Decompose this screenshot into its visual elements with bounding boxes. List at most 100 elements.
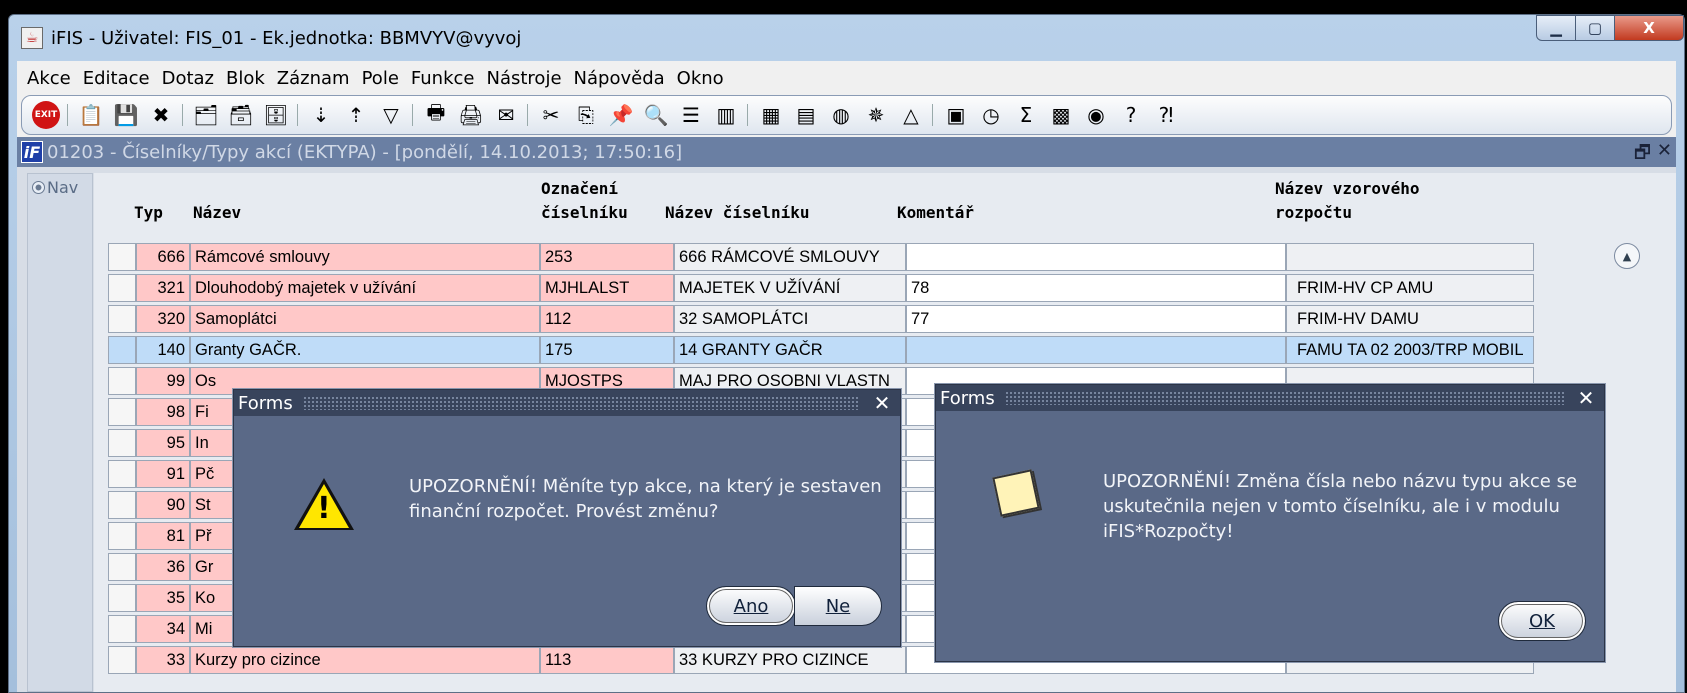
cell-oznaceni[interactable]: 253 bbox=[540, 243, 674, 271]
cell-komentar[interactable]: 78 bbox=[906, 274, 1286, 302]
cell-typ[interactable]: 95 bbox=[136, 429, 190, 457]
document-icon[interactable]: ▤ bbox=[792, 101, 820, 129]
cell-vzor[interactable]: FAMU TA 02 2003/TRP MOBIL bbox=[1286, 336, 1534, 364]
cell-typ[interactable]: 34 bbox=[136, 615, 190, 643]
close-window-button[interactable]: X bbox=[1614, 15, 1684, 41]
yes-button[interactable]: Ano bbox=[706, 586, 796, 626]
print-preview-icon[interactable]: 🖨 bbox=[457, 101, 485, 129]
menu-editace[interactable]: Editace bbox=[83, 68, 150, 89]
calculator-icon[interactable]: ▦ bbox=[757, 101, 785, 129]
cell-nazev[interactable]: Samoplátci bbox=[190, 305, 540, 333]
cell-oznaceni[interactable]: 175 bbox=[540, 336, 674, 364]
menu-nastroje[interactable]: Nástroje bbox=[487, 68, 562, 89]
cell-typ[interactable]: 98 bbox=[136, 398, 190, 426]
cell-nazev-ciselniku[interactable]: 32 SAMOPLÁTCI bbox=[674, 305, 906, 333]
cell-typ[interactable]: 666 bbox=[136, 243, 190, 271]
maximize-icon[interactable]: ▢ bbox=[1575, 15, 1615, 41]
cell-komentar[interactable] bbox=[906, 243, 1286, 271]
no-button[interactable]: Ne bbox=[794, 586, 882, 626]
cell-nazev[interactable]: Kurzy pro cizince bbox=[190, 646, 540, 674]
nav-radio[interactable]: Nav bbox=[28, 174, 92, 201]
filter-icon[interactable]: ▽ bbox=[377, 101, 405, 129]
menu-okno[interactable]: Okno bbox=[677, 68, 724, 89]
cell-vzor[interactable]: FRIM-HV CP AMU bbox=[1286, 274, 1534, 302]
cell-nazev-ciselniku[interactable]: 14 GRANTY GAČR bbox=[674, 336, 906, 364]
scroll-up-icon[interactable]: ▲ bbox=[1614, 243, 1640, 269]
cell-nazev-ciselniku[interactable]: 33 KURZY PRO CIZINCE bbox=[674, 646, 906, 674]
cell-typ[interactable]: 81 bbox=[136, 522, 190, 550]
menu-akce[interactable]: Akce bbox=[27, 68, 71, 89]
print-icon[interactable]: 🖶 bbox=[422, 100, 450, 129]
close-icon[interactable]: ✕ bbox=[1657, 140, 1672, 170]
browser-icon[interactable]: ◉ bbox=[1082, 101, 1110, 129]
close-icon[interactable]: ✕ bbox=[1574, 386, 1598, 410]
row-selector[interactable] bbox=[108, 491, 136, 519]
settings-icon[interactable]: ✵ bbox=[862, 101, 890, 129]
sort-asc-icon[interactable]: ⇣ bbox=[307, 101, 335, 129]
restore-icon[interactable]: 🗗 bbox=[1634, 140, 1651, 170]
row-selector[interactable] bbox=[108, 429, 136, 457]
row-selector[interactable] bbox=[108, 646, 136, 674]
row-selector[interactable] bbox=[108, 584, 136, 612]
copy-icon[interactable]: ⎘ bbox=[572, 101, 600, 129]
menu-blok[interactable]: Blok bbox=[226, 68, 265, 89]
cell-oznaceni[interactable]: 112 bbox=[540, 305, 674, 333]
help-user-icon[interactable]: ? bbox=[1117, 101, 1145, 129]
cell-typ[interactable]: 33 bbox=[136, 646, 190, 674]
row-selector[interactable] bbox=[108, 615, 136, 643]
enter-query-icon[interactable]: 🗂 bbox=[192, 101, 220, 129]
cut-icon[interactable]: ✂ bbox=[537, 101, 565, 129]
cell-nazev[interactable]: Granty GAČR. bbox=[190, 336, 540, 364]
help-icon[interactable]: ⁈ bbox=[1152, 101, 1180, 129]
report-icon[interactable]: ▣ bbox=[942, 101, 970, 129]
cell-typ[interactable]: 140 bbox=[136, 336, 190, 364]
minimize-icon[interactable]: ▁ bbox=[1536, 15, 1576, 41]
sort-desc-icon[interactable]: ⇡ bbox=[342, 101, 370, 129]
cell-nazev[interactable]: Dlouhodobý majetek v užívání bbox=[190, 274, 540, 302]
menu-zaznam[interactable]: Záznam bbox=[277, 68, 350, 89]
row-selector[interactable] bbox=[108, 460, 136, 488]
list-icon[interactable]: ☰ bbox=[677, 101, 705, 129]
cell-oznaceni[interactable]: MJHLALST bbox=[540, 274, 674, 302]
triangle-icon[interactable]: △ bbox=[897, 101, 925, 129]
cell-typ[interactable]: 90 bbox=[136, 491, 190, 519]
row-selector[interactable] bbox=[108, 367, 136, 395]
menu-napoveda[interactable]: Nápověda bbox=[574, 68, 665, 89]
cell-komentar[interactable]: 77 bbox=[906, 305, 1286, 333]
paste-icon[interactable]: 📌 bbox=[607, 101, 635, 129]
columns-icon[interactable]: ▥ bbox=[712, 101, 740, 129]
cancel-query-icon[interactable]: 🗄 bbox=[262, 101, 290, 129]
cell-typ[interactable]: 91 bbox=[136, 460, 190, 488]
cell-typ[interactable]: 320 bbox=[136, 305, 190, 333]
sum-icon[interactable]: Σ bbox=[1012, 101, 1040, 129]
exit-icon[interactable]: EXIT bbox=[32, 101, 60, 129]
delete-record-icon[interactable]: ✖ bbox=[147, 101, 175, 129]
menu-funkce[interactable]: Funkce bbox=[411, 68, 475, 89]
mail-icon[interactable]: ✉ bbox=[492, 101, 520, 129]
execute-query-icon[interactable]: 🗃 bbox=[227, 101, 255, 129]
cell-typ[interactable]: 35 bbox=[136, 584, 190, 612]
row-selector[interactable] bbox=[108, 243, 136, 271]
cell-vzor[interactable]: FRIM-HV DAMU bbox=[1286, 305, 1534, 333]
row-selector[interactable] bbox=[108, 522, 136, 550]
row-selector[interactable] bbox=[108, 274, 136, 302]
row-selector[interactable] bbox=[108, 336, 136, 364]
menu-pole[interactable]: Pole bbox=[362, 68, 399, 89]
cell-nazev-ciselniku[interactable]: MAJETEK V UŽÍVÁNÍ bbox=[674, 274, 906, 302]
ok-button[interactable]: OK bbox=[1498, 601, 1586, 641]
cell-vzor[interactable] bbox=[1286, 243, 1534, 271]
row-selector[interactable] bbox=[108, 305, 136, 333]
cell-typ[interactable]: 99 bbox=[136, 367, 190, 395]
row-selector[interactable] bbox=[108, 553, 136, 581]
search-icon[interactable]: 🔍 bbox=[642, 101, 670, 129]
globe-icon[interactable]: ◍ bbox=[827, 101, 855, 129]
row-selector[interactable] bbox=[108, 398, 136, 426]
cell-nazev-ciselniku[interactable]: 666 RÁMCOVÉ SMLOUVY bbox=[674, 243, 906, 271]
clock-icon[interactable]: ◷ bbox=[977, 101, 1005, 129]
excel-icon[interactable]: ▩ bbox=[1047, 101, 1075, 129]
save-icon[interactable]: 💾 bbox=[112, 101, 140, 129]
cell-typ[interactable]: 36 bbox=[136, 553, 190, 581]
cell-oznaceni[interactable]: 113 bbox=[540, 646, 674, 674]
cell-nazev[interactable]: Rámcové smlouvy bbox=[190, 243, 540, 271]
close-icon[interactable]: ✕ bbox=[870, 391, 894, 415]
